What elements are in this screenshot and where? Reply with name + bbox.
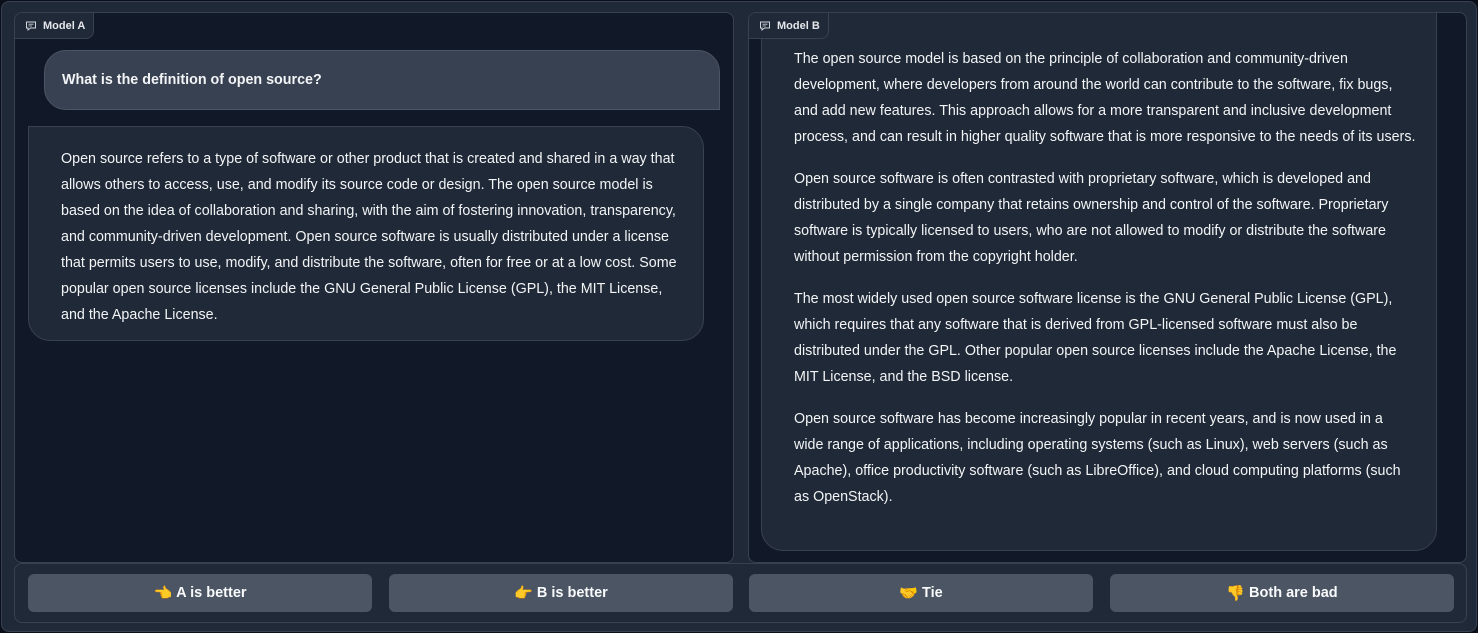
- thumbs-down-icon: 👎: [1226, 584, 1246, 602]
- a-is-better-button[interactable]: 👈 A is better: [28, 574, 372, 612]
- vote-button-row: 👈 A is better 👉 B is better 🤝 Tie 👎 Both…: [14, 563, 1467, 623]
- model-b-label-text: Model B: [777, 19, 820, 32]
- tie-button[interactable]: 🤝 Tie: [749, 574, 1093, 612]
- handshake-icon: 🤝: [899, 584, 918, 602]
- model-b-paragraph: Open source software is often contrasted…: [794, 171, 1389, 265]
- user-message-text: What is the definition of open source?: [62, 72, 322, 88]
- both-are-bad-button[interactable]: 👎 Both are bad: [1110, 574, 1454, 612]
- b-is-better-label: B is better: [536, 585, 608, 601]
- model-b-paragraph: The most widely used open source softwar…: [794, 291, 1397, 385]
- model-b-paragraph: The open source model is based on the pr…: [794, 51, 1416, 145]
- both-are-bad-label: Both are bad: [1249, 585, 1338, 601]
- b-is-better-button[interactable]: 👉 B is better: [389, 574, 733, 612]
- tie-label: Tie: [921, 585, 943, 601]
- chat-icon: [760, 21, 770, 31]
- model-b-panel[interactable]: The open source model is based on the pr…: [748, 12, 1467, 563]
- model-b-response: The open source model is based on the pr…: [761, 13, 1437, 551]
- model-a-label-text: Model A: [43, 19, 86, 32]
- model-a-response-text: Open source refers to a type of software…: [61, 151, 677, 323]
- model-a-response: Open source refers to a type of software…: [28, 126, 704, 341]
- chat-icon: [26, 21, 36, 31]
- pointing-right-icon: 👉: [514, 584, 533, 602]
- model-b-paragraph: Open source software has become increasi…: [794, 411, 1401, 505]
- a-is-better-label: A is better: [176, 585, 247, 601]
- arena-container: What is the definition of open source? O…: [1, 1, 1477, 632]
- user-message: What is the definition of open source?: [44, 50, 720, 110]
- model-a-label: Model A: [15, 13, 95, 39]
- pointing-left-icon: 👈: [153, 584, 173, 602]
- model-a-panel[interactable]: What is the definition of open source? O…: [14, 12, 734, 563]
- model-b-label: Model B: [749, 13, 829, 39]
